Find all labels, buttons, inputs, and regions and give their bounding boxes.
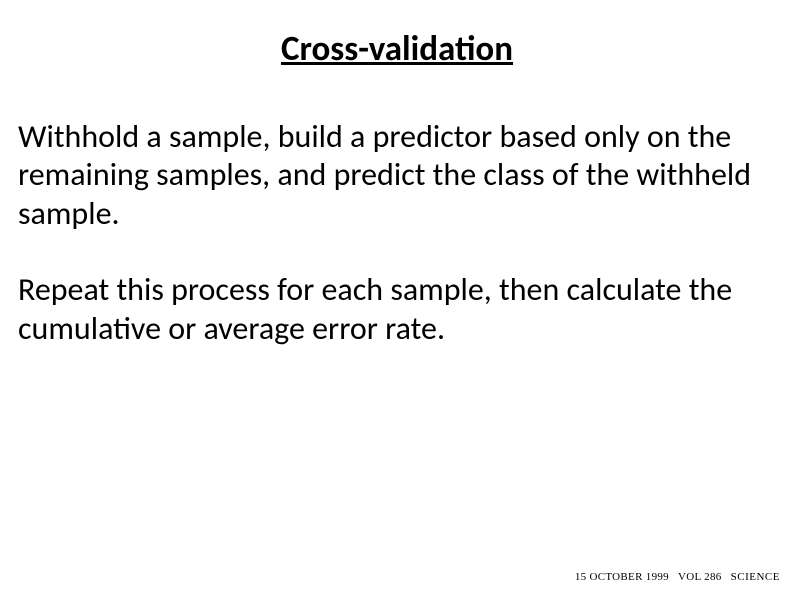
citation-footer: 15 OCTOBER 1999 VOL 286 SCIENCE bbox=[575, 571, 780, 583]
body-paragraph: Repeat this process for each sample, the… bbox=[18, 271, 776, 348]
body-paragraph: Withhold a sample, build a predictor bas… bbox=[18, 118, 776, 233]
slide-title: Cross-validation bbox=[0, 28, 794, 70]
citation-brand: SCIENCE bbox=[731, 571, 780, 583]
slide: Cross-validation Withhold a sample, buil… bbox=[0, 0, 794, 595]
citation-volume: VOL 286 bbox=[678, 571, 722, 583]
citation-date: 15 OCTOBER 1999 bbox=[575, 571, 669, 583]
slide-body: Withhold a sample, build a predictor bas… bbox=[18, 118, 776, 386]
